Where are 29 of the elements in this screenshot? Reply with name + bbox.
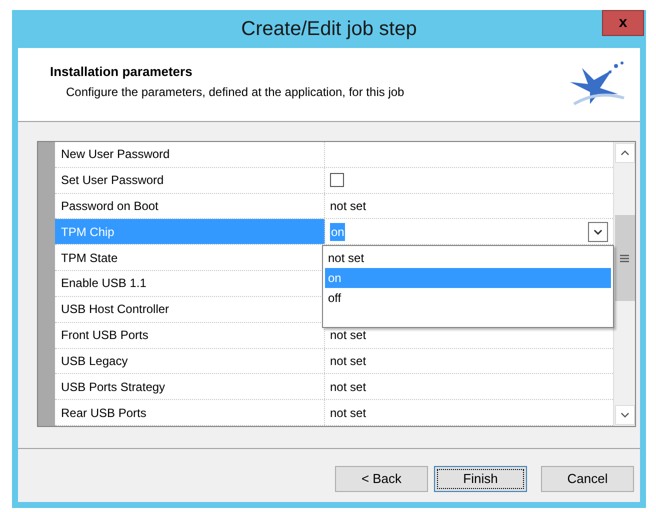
property-name[interactable]: Rear USB Ports [55,400,325,425]
property-name[interactable]: USB Ports Strategy [55,374,325,400]
dialog-button[interactable]: Finish [434,466,527,492]
combo-value: on [330,222,346,241]
dialog-button[interactable]: < Back [335,466,428,492]
close-button[interactable]: x [602,10,644,36]
scroll-up-icon[interactable] [614,143,634,163]
chevron-down-icon[interactable] [588,222,608,242]
checkbox[interactable] [330,173,344,188]
property-name[interactable]: Password on Boot [55,194,325,218]
header-title: Installation parameters [50,63,194,81]
property-name[interactable]: Set User Password [55,168,325,193]
window-title: Create/Edit job step [241,17,417,42]
property-value: not set [330,404,366,422]
property-value: not set [330,378,366,396]
property-value: not set [330,327,366,344]
dropdown-option[interactable]: not set [325,248,611,268]
property-value: not set [330,352,366,370]
scroll-down-icon[interactable] [614,405,634,425]
scrollbar[interactable] [613,142,635,426]
grip-icon [620,254,629,262]
scrollbar-thumb[interactable] [614,215,634,301]
dropdown-option[interactable]: off [325,288,611,308]
property-name[interactable]: New User Password [55,142,325,167]
star-logo-icon [568,60,626,106]
property-value: not set [330,198,366,216]
property-name[interactable]: USB Legacy [55,348,325,374]
header-subtitle: Configure the parameters, defined at the application, for this job [65,84,404,100]
dialog-button[interactable]: Cancel [541,466,634,492]
